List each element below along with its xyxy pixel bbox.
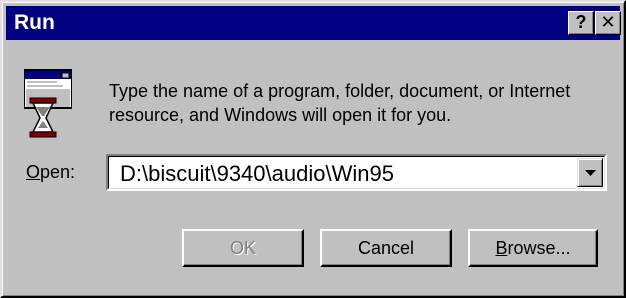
close-icon: ✕ bbox=[600, 12, 616, 32]
open-input[interactable]: D:\biscuit\9340\audio\Win95 bbox=[120, 161, 394, 187]
open-combobox-inner: D:\biscuit\9340\audio\Win95 bbox=[108, 156, 605, 189]
run-dialog: Run ? ✕ Type the name of a program, fold… bbox=[0, 0, 626, 298]
run-program-icon bbox=[24, 69, 72, 138]
dropdown-arrow-icon bbox=[585, 170, 596, 176]
open-label-accel: O bbox=[26, 162, 41, 182]
window-title: Run bbox=[14, 11, 55, 34]
title-bar[interactable]: Run ? ✕ bbox=[6, 6, 621, 40]
help-icon: ? bbox=[575, 12, 587, 32]
browse-button[interactable]: Browse... bbox=[468, 229, 598, 267]
open-combobox[interactable]: D:\biscuit\9340\audio\Win95 bbox=[106, 154, 607, 191]
help-button[interactable]: ? bbox=[568, 11, 594, 35]
cancel-button[interactable]: Cancel bbox=[320, 229, 452, 267]
open-label: Open: bbox=[26, 160, 75, 184]
instruction-text: Type the name of a program, folder, docu… bbox=[109, 81, 571, 125]
dropdown-button[interactable] bbox=[577, 158, 603, 187]
close-button[interactable]: ✕ bbox=[595, 11, 621, 35]
open-label-rest: pen: bbox=[40, 162, 76, 182]
hourglass-icon bbox=[29, 97, 57, 138]
browse-label-rest: rowse... bbox=[507, 238, 571, 258]
browse-accel: B bbox=[495, 238, 508, 258]
ok-button[interactable]: OK bbox=[182, 229, 304, 267]
